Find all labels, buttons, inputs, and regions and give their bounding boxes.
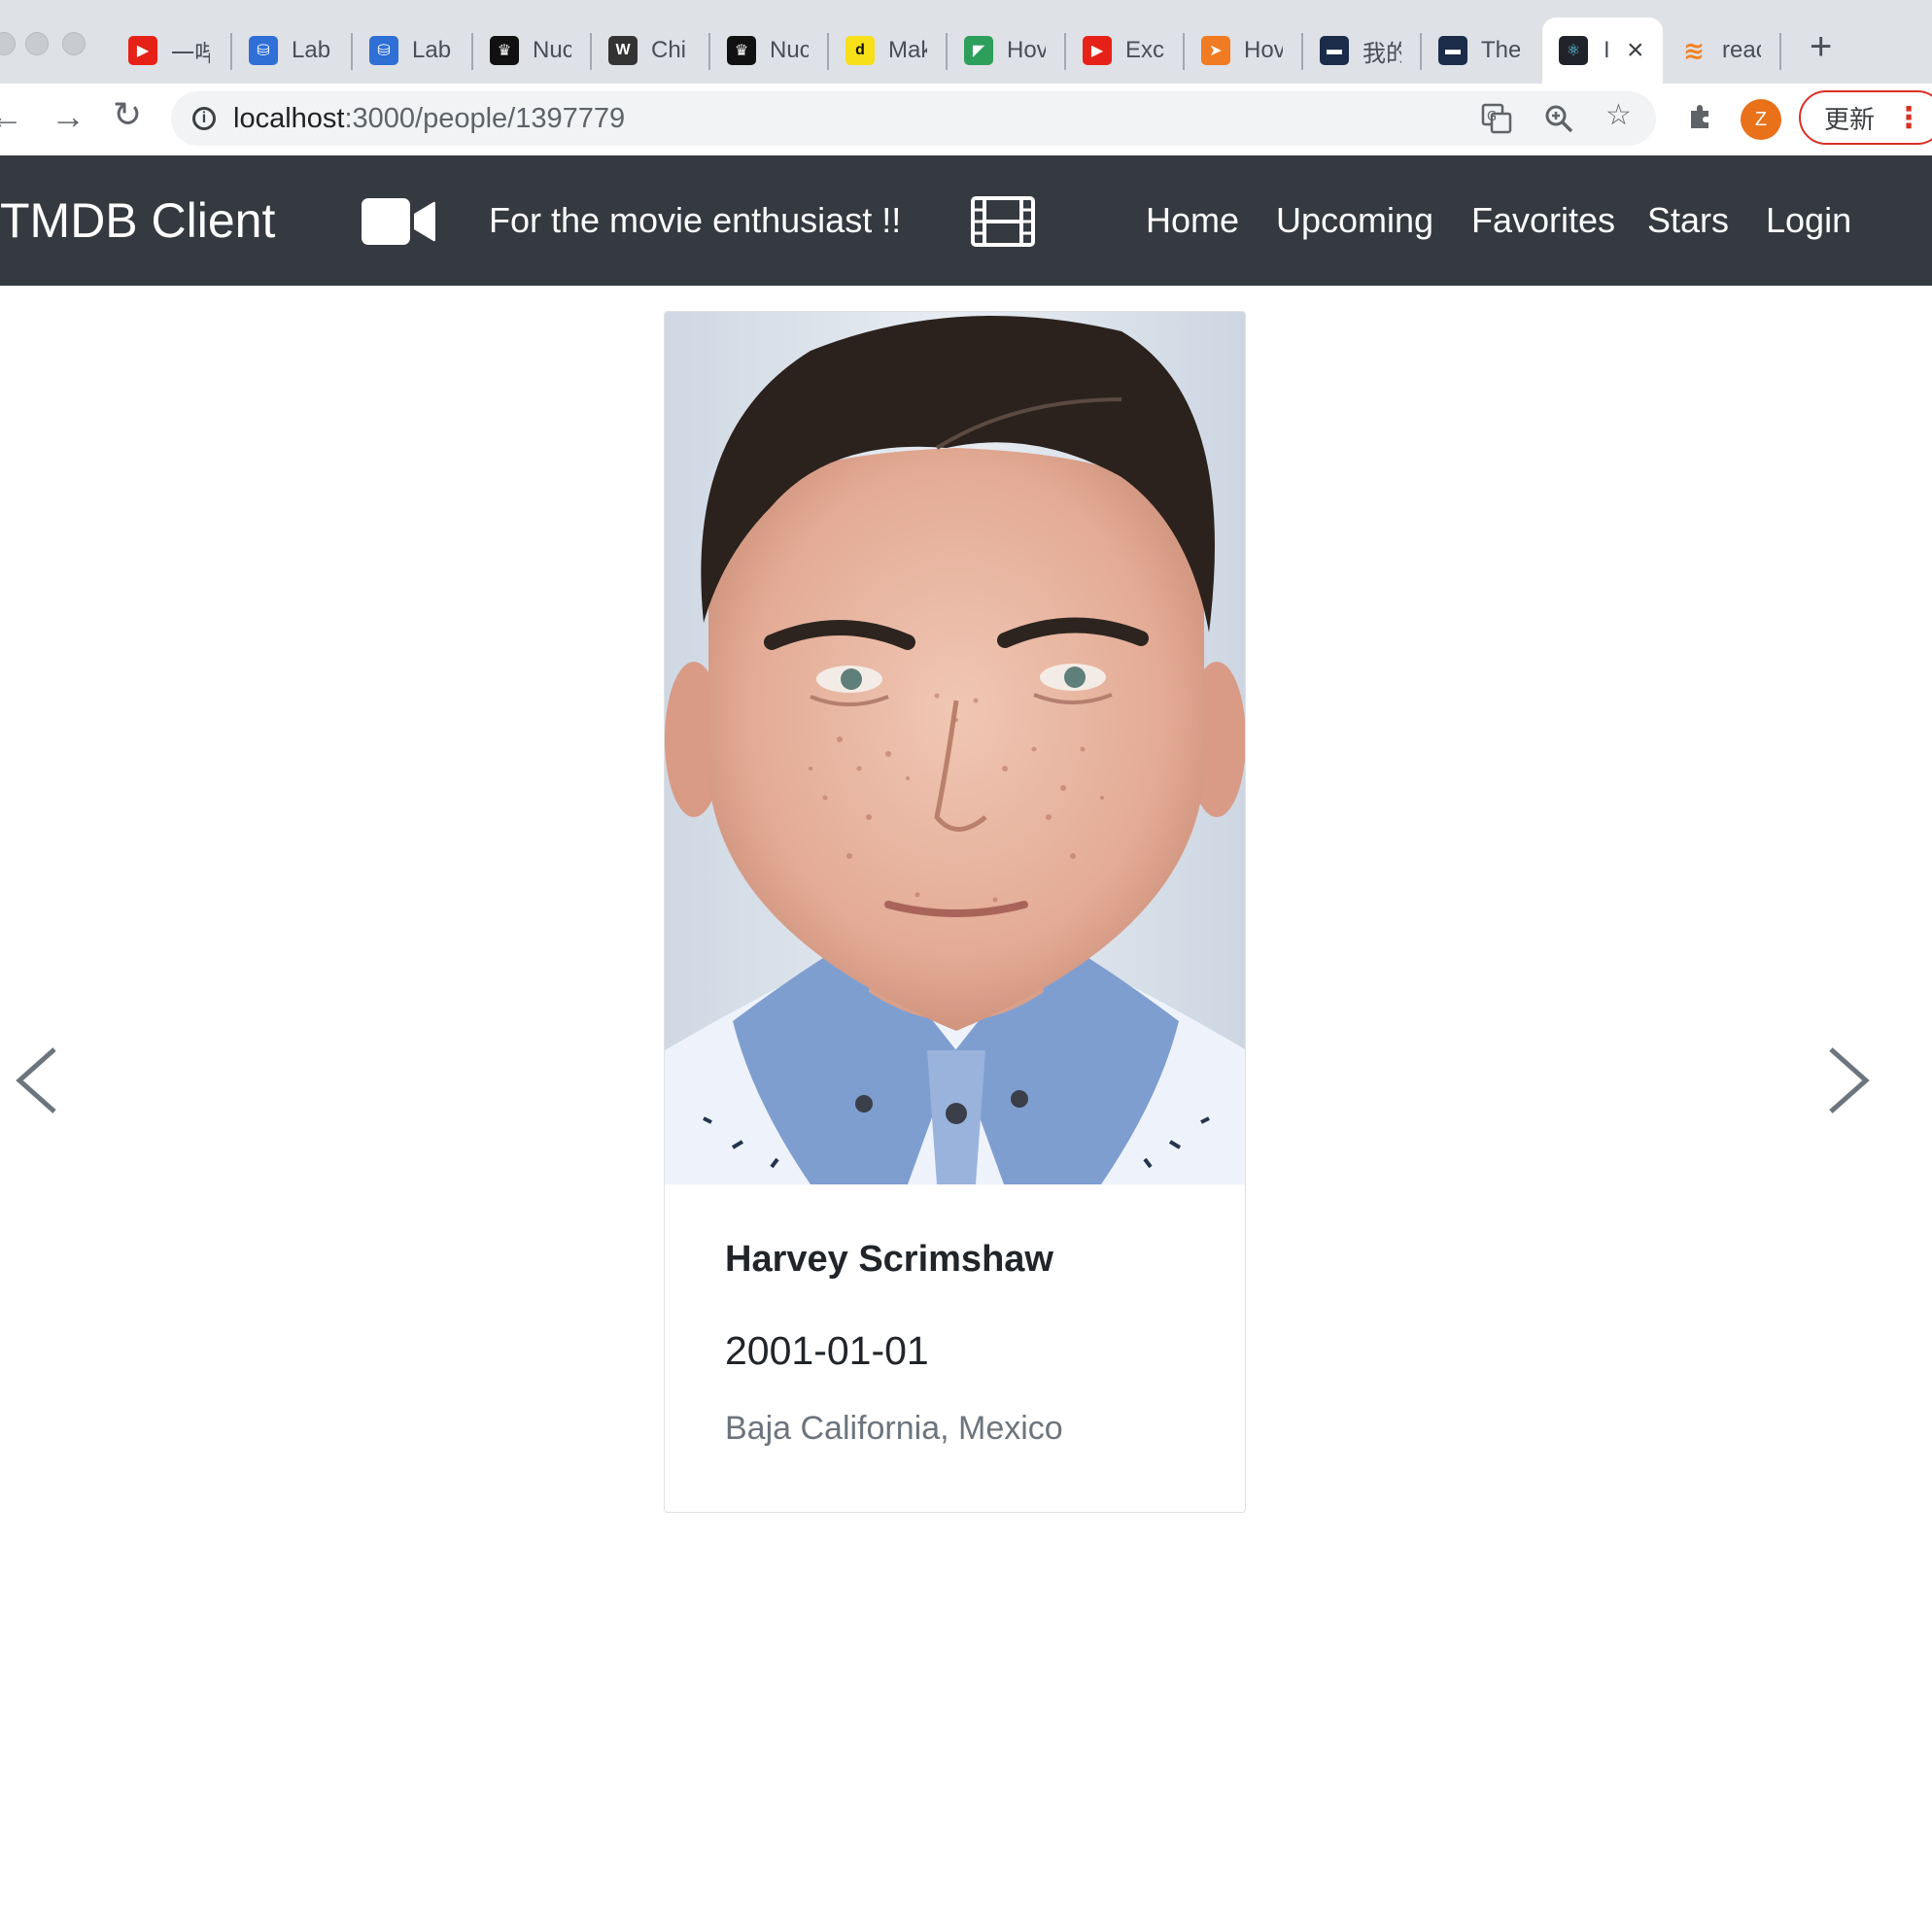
bar-icon: ▬ bbox=[1438, 36, 1467, 65]
tab-title: The bbox=[1481, 37, 1520, 63]
browser-tab[interactable]: ▶ Exc bbox=[1066, 17, 1185, 84]
w-icon: W bbox=[608, 36, 638, 65]
nav-link-home[interactable]: Home bbox=[1146, 200, 1239, 241]
carousel-next-icon[interactable] bbox=[1825, 1045, 1874, 1115]
reload-icon[interactable]: ↻ bbox=[113, 97, 142, 132]
crown-icon: ♛ bbox=[727, 36, 756, 65]
app-navbar: TMDB Client For the movie enthusiast !! … bbox=[0, 155, 1932, 286]
person-card: Harvey Scrimshaw 2001-01-01 Baja Califor… bbox=[664, 311, 1246, 1513]
stackoverflow-icon: ≋ bbox=[1683, 35, 1705, 65]
browser-tab[interactable]: ◤ Hov bbox=[948, 17, 1066, 84]
window-minimize-dot[interactable] bbox=[25, 32, 49, 55]
nav-link-login[interactable]: Login bbox=[1766, 200, 1851, 241]
browser-tab-strip: ▶ 一哔 ⛁ Lab ⛁ Lab ♛ Nuc W Chi ♛ Nuc d Mak… bbox=[0, 0, 1932, 84]
d-icon: d bbox=[845, 36, 875, 65]
svg-text:G: G bbox=[1487, 110, 1497, 124]
url-path: :3000/people/1397779 bbox=[344, 102, 626, 134]
tab-title: Lab bbox=[292, 37, 330, 63]
person-place-of-birth: Baja California, Mexico bbox=[725, 1410, 1063, 1447]
person-photo bbox=[665, 312, 1245, 1184]
browser-tab[interactable]: ▶ 一哔 bbox=[112, 17, 232, 84]
browser-tab-active[interactable]: ⚛ I × bbox=[1542, 17, 1663, 84]
tagline: For the movie enthusiast !! bbox=[489, 200, 902, 240]
person-name: Harvey Scrimshaw bbox=[725, 1239, 1053, 1280]
tab-title: Exc bbox=[1125, 37, 1164, 63]
browser-tab[interactable]: ▬ 我的 bbox=[1303, 17, 1422, 84]
youtube-icon: ▶ bbox=[1083, 36, 1112, 65]
tab-title: Nuc bbox=[533, 37, 571, 63]
browser-tab[interactable]: ⛁ Lab bbox=[232, 17, 353, 84]
bookmark-star-icon[interactable]: ☆ bbox=[1605, 101, 1632, 130]
browser-tab[interactable]: ⛁ Lab bbox=[353, 17, 473, 84]
lab-icon: ⛁ bbox=[369, 36, 398, 65]
browser-tab[interactable]: W Chi bbox=[592, 17, 710, 84]
tab-title: I bbox=[1604, 37, 1610, 63]
browser-tab[interactable]: ≋ reac bbox=[1663, 17, 1781, 84]
tab-title: Hov bbox=[1007, 37, 1046, 63]
url-text[interactable]: localhost:3000/people/1397779 bbox=[233, 103, 625, 135]
back-icon[interactable]: ← bbox=[0, 99, 23, 134]
tab-title: Lab bbox=[412, 37, 451, 63]
leaf-icon: ◤ bbox=[964, 36, 993, 65]
profile-avatar[interactable]: Z bbox=[1741, 99, 1781, 140]
arrow-icon: ➤ bbox=[1201, 36, 1230, 65]
update-label: 更新 bbox=[1824, 104, 1876, 134]
url-host: localhost bbox=[233, 102, 345, 134]
nav-link-upcoming[interactable]: Upcoming bbox=[1276, 200, 1433, 241]
tab-title: 一哔 bbox=[171, 40, 210, 67]
film-strip-icon bbox=[971, 196, 1035, 247]
window-zoom-dot[interactable] bbox=[62, 32, 86, 55]
nav-link-stars[interactable]: Stars bbox=[1647, 200, 1729, 241]
react-icon: ⚛ bbox=[1559, 36, 1588, 65]
menu-dots-icon[interactable]: ⋮ bbox=[1894, 101, 1923, 135]
zoom-icon[interactable] bbox=[1543, 103, 1574, 140]
browser-tab[interactable]: ▬ The bbox=[1422, 17, 1540, 84]
youtube-icon: ▶ bbox=[128, 36, 157, 65]
browser-toolbar: ← → ↻ i localhost:3000/people/1397779 G … bbox=[0, 84, 1932, 156]
tab-title: Chi bbox=[651, 37, 687, 63]
tab-close-icon[interactable]: × bbox=[1627, 36, 1644, 65]
info-icon[interactable]: i bbox=[192, 107, 216, 130]
address-bar[interactable]: i localhost:3000/people/1397779 G ☆ bbox=[171, 91, 1656, 146]
video-camera-icon bbox=[362, 198, 435, 245]
person-birthday: 2001-01-01 bbox=[725, 1328, 929, 1373]
brand-title[interactable]: TMDB Client bbox=[0, 192, 275, 249]
nav-link-favorites[interactable]: Favorites bbox=[1471, 200, 1615, 241]
crown-icon: ♛ bbox=[490, 36, 519, 65]
update-button[interactable]: 更新 ⋮ bbox=[1799, 90, 1932, 145]
new-tab-icon[interactable]: + bbox=[1810, 27, 1832, 66]
tab-title: 我的 bbox=[1363, 40, 1401, 67]
browser-tab[interactable]: ➤ Hov bbox=[1185, 17, 1303, 84]
translate-icon[interactable]: G bbox=[1481, 103, 1512, 140]
bar-icon: ▬ bbox=[1320, 36, 1349, 65]
tab-title: reac bbox=[1722, 37, 1761, 63]
extensions-icon[interactable] bbox=[1685, 101, 1716, 137]
tab-title: Hov bbox=[1244, 37, 1283, 63]
tab-title: Nuc bbox=[770, 37, 809, 63]
carousel-prev-icon[interactable] bbox=[12, 1045, 60, 1115]
tab-title: Mak bbox=[888, 37, 927, 63]
forward-icon[interactable]: → bbox=[51, 99, 86, 134]
browser-tab[interactable]: ♛ Nuc bbox=[710, 17, 829, 84]
lab-icon: ⛁ bbox=[249, 36, 278, 65]
browser-tab[interactable]: ♛ Nuc bbox=[473, 17, 592, 84]
window-close-dot[interactable] bbox=[0, 32, 16, 55]
browser-tab[interactable]: d Mak bbox=[829, 17, 948, 84]
